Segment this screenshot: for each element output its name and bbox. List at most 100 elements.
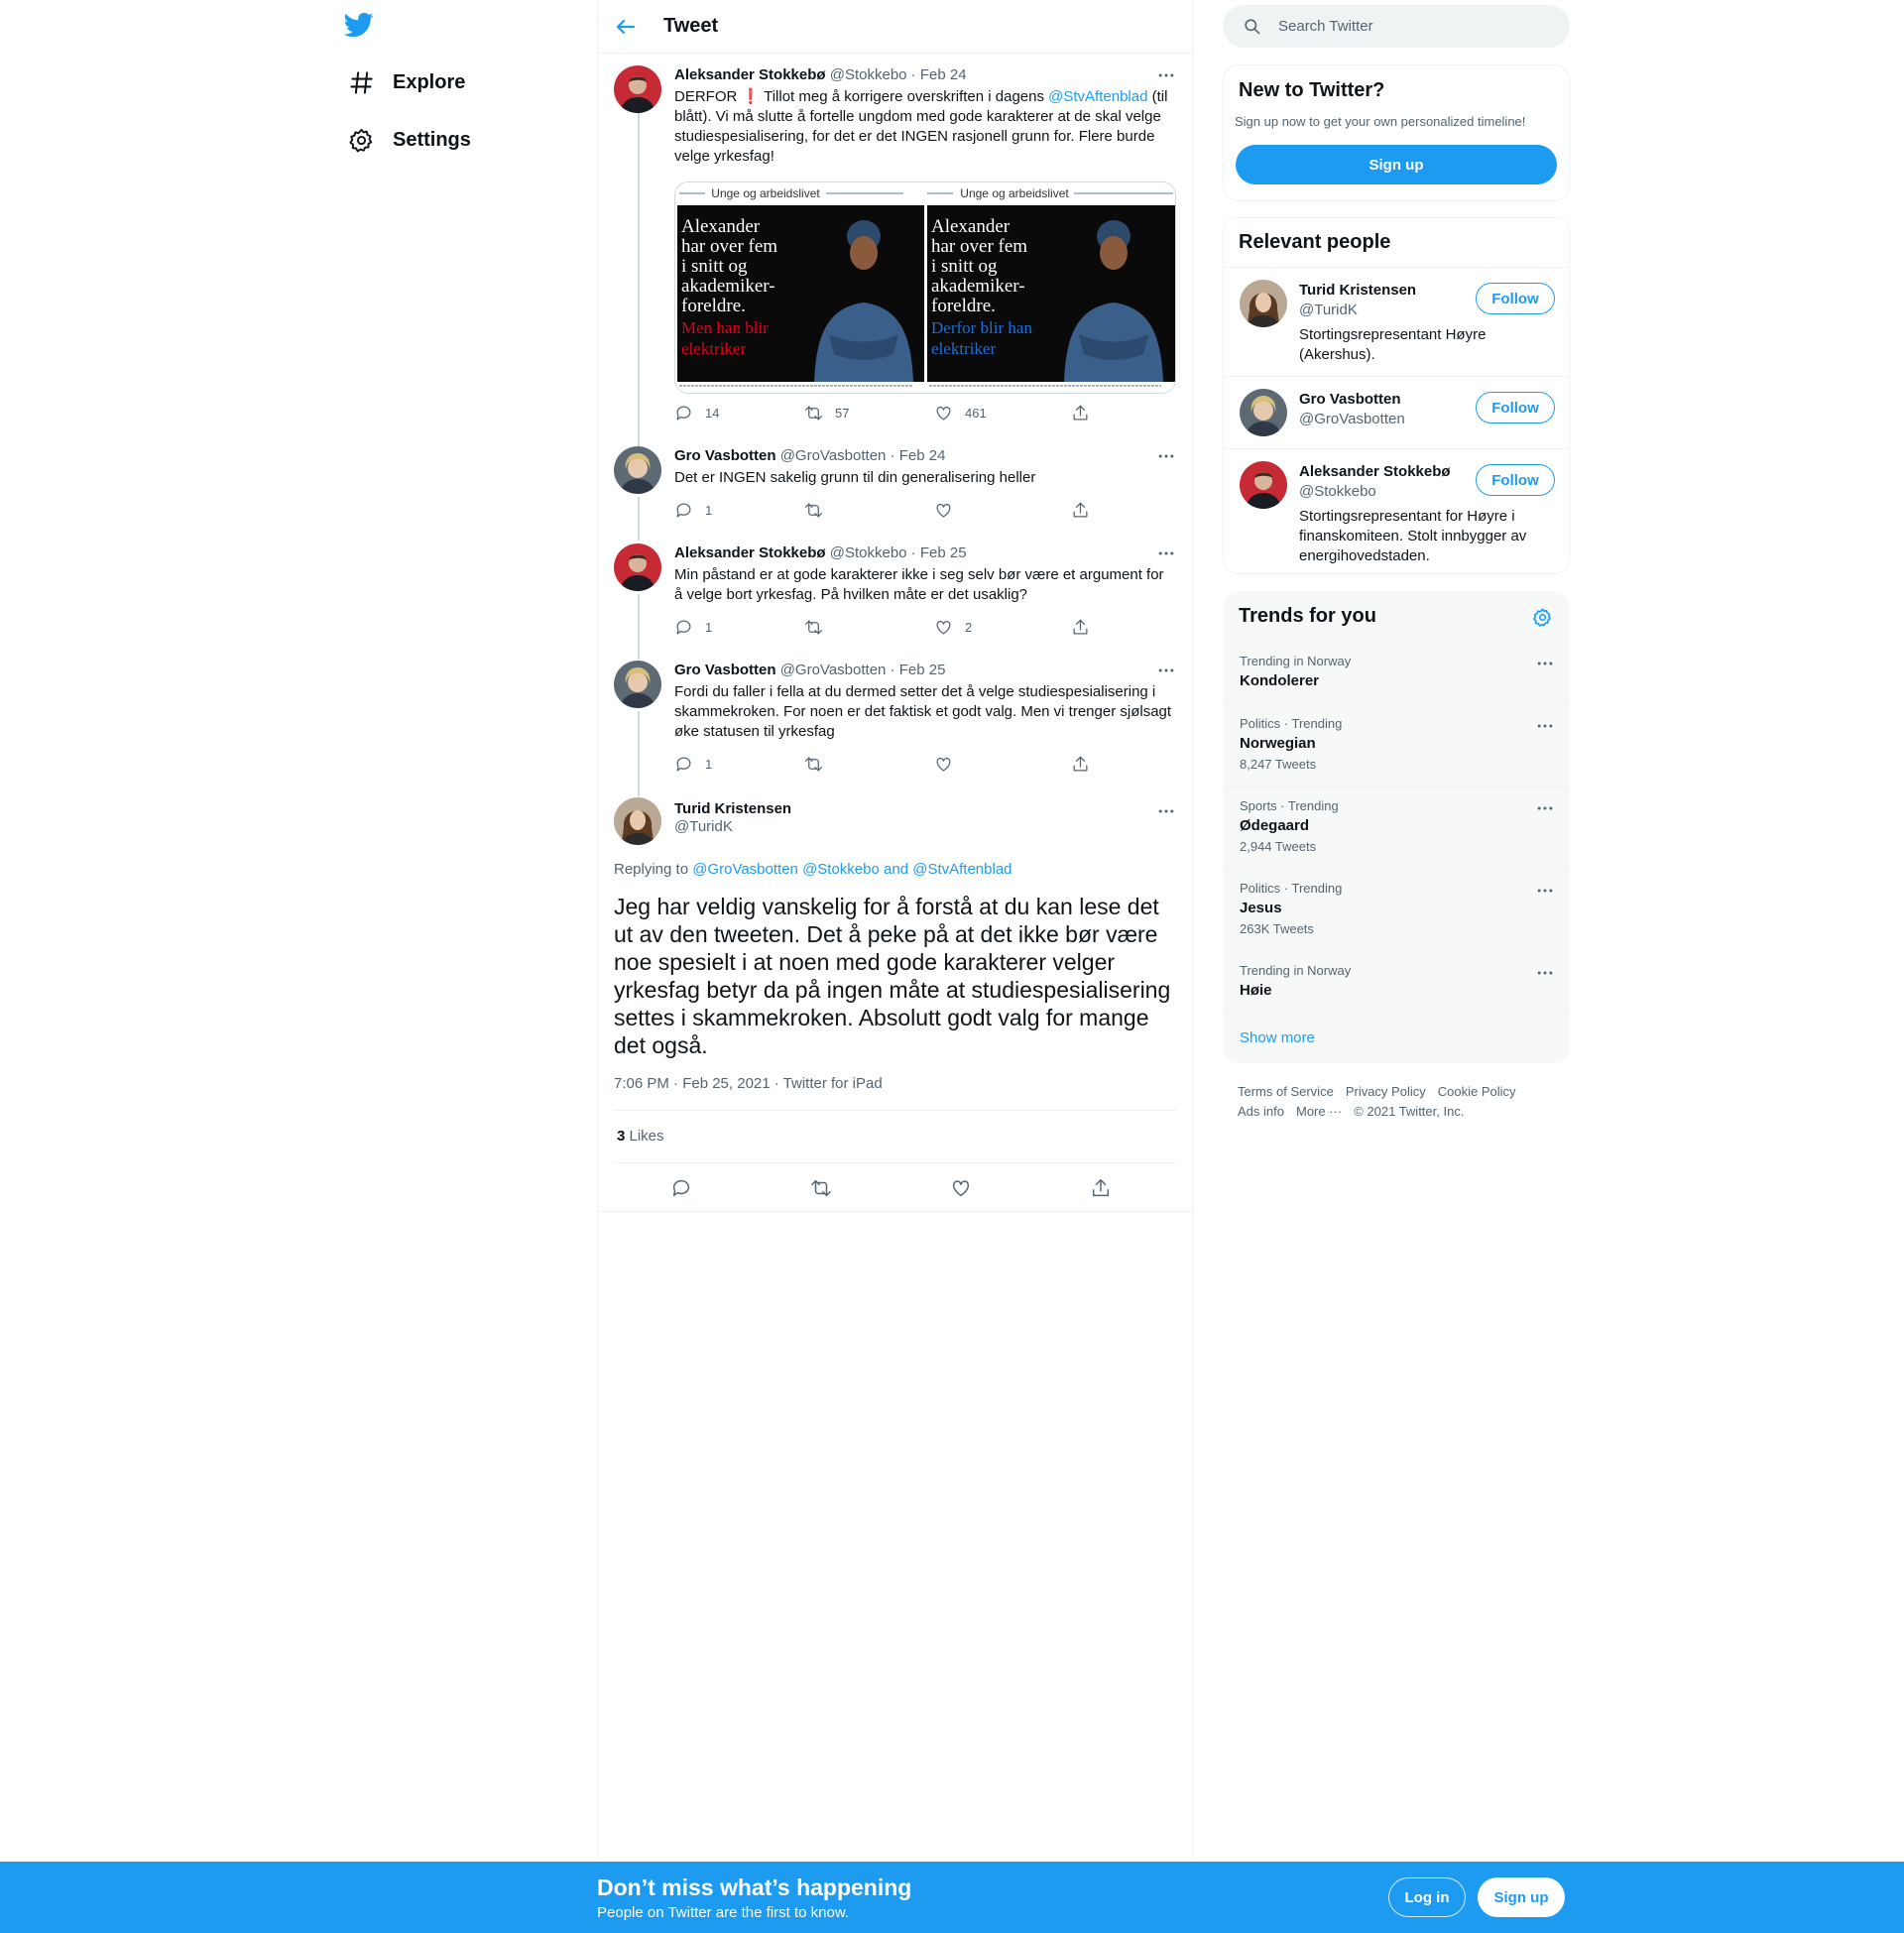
tweet-author-handle[interactable]: @GroVasbotten — [780, 662, 887, 678]
tweet-author-handle[interactable]: @Stokkebo — [830, 544, 907, 561]
more-options-icon[interactable] — [1535, 654, 1555, 673]
nav-settings[interactable]: Settings — [334, 115, 471, 165]
more-options-icon[interactable] — [1156, 65, 1176, 85]
back-arrow-icon[interactable] — [614, 15, 638, 39]
share-button[interactable] — [1071, 618, 1090, 637]
retweet-button[interactable] — [804, 755, 823, 774]
twitter-logo-icon[interactable] — [344, 10, 374, 40]
retweet-button[interactable] — [804, 501, 823, 520]
retweet-button[interactable] — [804, 618, 823, 637]
show-more-link[interactable]: Show more — [1224, 1013, 1569, 1062]
likes-count[interactable]: 3 Likes — [617, 1128, 664, 1145]
reply-button[interactable]: 1 — [674, 618, 712, 637]
person-item[interactable]: Aleksander Stokkebø @Stokkebo Stortingsr… — [1224, 448, 1569, 573]
search-bar[interactable] — [1223, 5, 1570, 48]
trend-name: Høie — [1240, 982, 1272, 999]
share-button[interactable] — [1071, 501, 1090, 520]
mention-link[interactable]: @StvAftenblad — [912, 861, 1012, 878]
more-options-icon[interactable] — [1156, 801, 1176, 821]
person-item[interactable]: Turid Kristensen @TuridK Stortingsrepres… — [1224, 267, 1569, 376]
like-button[interactable]: 2 — [934, 618, 972, 637]
thread-tweet[interactable]: Aleksander Stokkebø @Stokkebo · Feb 25 M… — [612, 544, 1179, 639]
footer-cookie-link[interactable]: Cookie Policy — [1438, 1082, 1516, 1102]
sidebar-signup-button[interactable]: Sign up — [1236, 145, 1557, 184]
share-button[interactable] — [1090, 1177, 1112, 1199]
trend-item[interactable]: Sports · Trending Ødegaard 2,944 Tweets — [1224, 785, 1569, 868]
avatar[interactable] — [1240, 461, 1287, 509]
more-options-icon[interactable] — [1535, 963, 1555, 983]
share-button[interactable] — [1071, 404, 1090, 423]
more-options-icon[interactable] — [1156, 446, 1176, 466]
media-caption-left: Men han blir — [681, 318, 769, 337]
tweet-author-handle[interactable]: @GroVasbotten — [780, 447, 887, 464]
focal-tweet: Turid Kristensen @TuridK Replying to @Gr… — [612, 797, 1179, 1214]
follow-button[interactable]: Follow — [1476, 392, 1555, 423]
tweet-date[interactable]: Feb 24 — [899, 447, 946, 464]
reply-button[interactable] — [670, 1177, 692, 1199]
tweet-date[interactable]: Feb 24 — [920, 66, 967, 83]
tweet-author-handle[interactable]: @Stokkebo — [830, 66, 907, 83]
trend-item[interactable]: Trending in Norway Kondolerer — [1224, 641, 1569, 703]
replying-to: Replying to @GroVasbotten @Stokkebo and … — [614, 861, 1012, 878]
mention-link[interactable]: @GroVasbotten — [692, 861, 798, 878]
tweet-author-handle[interactable]: @TuridK — [674, 818, 791, 835]
retweet-button[interactable] — [810, 1177, 832, 1199]
mention-link[interactable]: @StvAftenblad — [1048, 88, 1147, 105]
like-button[interactable] — [934, 755, 953, 774]
tweet-author-name[interactable]: Turid Kristensen — [674, 800, 791, 817]
retweet-count: 57 — [835, 406, 850, 421]
more-options-icon[interactable] — [1535, 798, 1555, 818]
footer-more-link[interactable]: More ··· — [1296, 1102, 1342, 1122]
reply-button[interactable]: 14 — [674, 404, 719, 423]
media-caption-right: elektriker — [931, 339, 996, 358]
thread-tweet[interactable]: Gro Vasbotten @GroVasbotten · Feb 24 Det… — [612, 446, 1179, 526]
footer-terms-link[interactable]: Terms of Service — [1238, 1082, 1334, 1102]
trend-item[interactable]: Trending in Norway Høie — [1224, 950, 1569, 1013]
retweet-button[interactable]: 57 — [804, 404, 849, 423]
nav-explore[interactable]: Explore — [334, 58, 465, 107]
tweet-author-name[interactable]: Gro Vasbotten — [674, 447, 776, 464]
settings-gear-icon[interactable] — [1532, 607, 1553, 628]
like-button[interactable] — [950, 1177, 972, 1199]
follow-button[interactable]: Follow — [1476, 464, 1555, 496]
tweet-actions: 14 57 461 — [674, 404, 1091, 423]
trend-item[interactable]: Politics · Trending Jesus 263K Tweets — [1224, 868, 1569, 950]
trend-name: Jesus — [1240, 900, 1282, 916]
avatar[interactable] — [614, 65, 661, 113]
avatar[interactable] — [614, 544, 661, 591]
tweet-author-name[interactable]: Aleksander Stokkebø — [674, 66, 826, 83]
mention-link[interactable]: @Stokkebo — [802, 861, 880, 878]
tweet-author-name[interactable]: Gro Vasbotten — [674, 662, 776, 678]
footer-ads-link[interactable]: Ads info — [1238, 1102, 1284, 1122]
thread-tweet[interactable]: Gro Vasbotten @GroVasbotten · Feb 25 For… — [612, 661, 1179, 774]
more-options-icon[interactable] — [1535, 881, 1555, 901]
footer-privacy-link[interactable]: Privacy Policy — [1346, 1082, 1426, 1102]
like-button[interactable] — [934, 501, 953, 520]
login-button[interactable]: Log in — [1388, 1877, 1466, 1917]
tweet-date[interactable]: Feb 25 — [920, 544, 967, 561]
trend-item[interactable]: Politics · Trending Norwegian 8,247 Twee… — [1224, 703, 1569, 785]
tweet-author-name[interactable]: Aleksander Stokkebø — [674, 544, 826, 561]
follow-button[interactable]: Follow — [1476, 283, 1555, 314]
like-button[interactable]: 461 — [934, 404, 987, 423]
more-options-icon[interactable] — [1156, 544, 1176, 563]
thread-tweet[interactable]: Aleksander Stokkebø @Stokkebo · Feb 24 D… — [612, 65, 1179, 423]
person-item[interactable]: Gro Vasbotten @GroVasbotten Follow — [1224, 376, 1569, 448]
search-input[interactable] — [1278, 18, 1556, 35]
tweet-timestamp[interactable]: 7:06 PM · Feb 25, 2021 · Twitter for iPa… — [614, 1075, 883, 1092]
reply-button[interactable]: 1 — [674, 501, 712, 520]
avatar[interactable] — [1240, 389, 1287, 436]
avatar[interactable] — [614, 446, 661, 494]
avatar[interactable] — [1240, 280, 1287, 327]
nav-settings-label: Settings — [393, 128, 471, 151]
reply-button[interactable]: 1 — [674, 755, 712, 774]
share-button[interactable] — [1071, 755, 1090, 774]
avatar[interactable] — [614, 797, 661, 845]
avatar[interactable] — [614, 661, 661, 708]
tweet-media[interactable]: Unge og arbeidslivet Unge og arbeidslive… — [674, 181, 1176, 394]
more-options-icon[interactable] — [1156, 661, 1176, 680]
tweet-date[interactable]: Feb 25 — [899, 662, 946, 678]
more-options-icon[interactable] — [1535, 716, 1555, 736]
banner-signup-button[interactable]: Sign up — [1478, 1877, 1565, 1917]
card-title: Relevant people — [1239, 231, 1391, 253]
